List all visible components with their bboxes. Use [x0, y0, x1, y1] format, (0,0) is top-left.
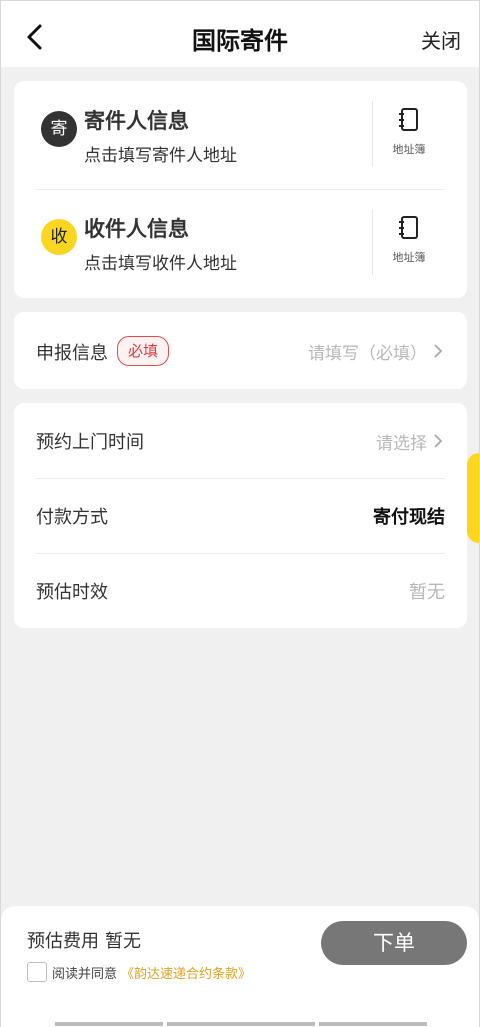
sender-title: 寄件人信息: [84, 109, 189, 133]
nav-indicator: [167, 1022, 315, 1026]
fee-value: 暂无: [105, 931, 141, 952]
agreement-checkbox[interactable]: [27, 962, 47, 982]
fee-label: 预估费用: [27, 931, 99, 952]
address-book-label: 地址簿: [392, 143, 426, 156]
address-book-icon: [399, 108, 418, 131]
receiver-badge: 收: [41, 219, 77, 255]
page-title: 国际寄件: [192, 27, 288, 55]
agreement-row: 阅读并同意 《韵达速递合约条款》: [27, 961, 251, 983]
pickup-time-row[interactable]: 预约上门时间 请选择: [14, 403, 467, 478]
order-options-card: 预约上门时间 请选择 付款方式 寄付现结 预估时效 暂无: [14, 403, 467, 628]
estimate-time-label: 预估时效: [36, 582, 108, 603]
place-order-button[interactable]: 下单: [321, 921, 467, 965]
vertical-divider: [372, 101, 373, 167]
vertical-divider: [372, 209, 373, 275]
bottom-bar: 预估费用 暂无 下单 阅读并同意 《韵达速递合约条款》: [1, 906, 479, 1027]
nav-indicator: [319, 1022, 427, 1026]
chevron-right-icon: [434, 344, 443, 358]
top-bar: 国际寄件 关闭: [1, 1, 479, 67]
receiver-address-book-button[interactable]: 地址簿: [388, 215, 430, 265]
required-badge: 必填: [117, 336, 170, 366]
payment-method-value: 寄付现结: [373, 507, 445, 528]
address-book-icon: [399, 216, 418, 239]
chevron-right-icon: [434, 434, 443, 448]
address-book-label: 地址簿: [392, 251, 426, 264]
sender-address-book-button[interactable]: 地址簿: [388, 107, 430, 157]
pickup-time-label: 预约上门时间: [36, 432, 144, 453]
declaration-placeholder: 请填写（必填）: [308, 344, 427, 364]
pickup-time-placeholder: 请选择: [376, 434, 427, 454]
agreement-text: 阅读并同意: [52, 966, 118, 982]
receiver-subtitle: 点击填写收件人地址: [84, 254, 237, 274]
declaration-row[interactable]: 申报信息 必填 请填写（必填）: [14, 312, 467, 389]
close-button[interactable]: 关闭: [421, 25, 461, 54]
declaration-label: 申报信息: [36, 343, 108, 364]
sender-info-row[interactable]: 寄 寄件人信息 点击填写寄件人地址 地址簿: [14, 81, 467, 189]
sender-badge: 寄: [41, 111, 77, 147]
payment-method-row[interactable]: 付款方式 寄付现结: [14, 478, 467, 553]
side-floating-tab[interactable]: [467, 453, 479, 543]
address-card: 寄 寄件人信息 点击填写寄件人地址 地址簿 收 收件人信息 点击填写收件人地址: [14, 81, 467, 298]
estimate-time-value: 暂无: [409, 582, 445, 603]
fee-estimate: 预估费用 暂无: [27, 927, 141, 953]
nav-indicator: [55, 1022, 163, 1026]
terms-link[interactable]: 《韵达速递合约条款》: [121, 963, 251, 982]
receiver-title: 收件人信息: [84, 217, 189, 241]
estimate-time-row: 预估时效 暂无: [14, 553, 467, 628]
sender-subtitle: 点击填写寄件人地址: [84, 146, 237, 166]
receiver-info-row[interactable]: 收 收件人信息 点击填写收件人地址 地址簿: [14, 189, 467, 297]
payment-method-label: 付款方式: [36, 507, 108, 528]
